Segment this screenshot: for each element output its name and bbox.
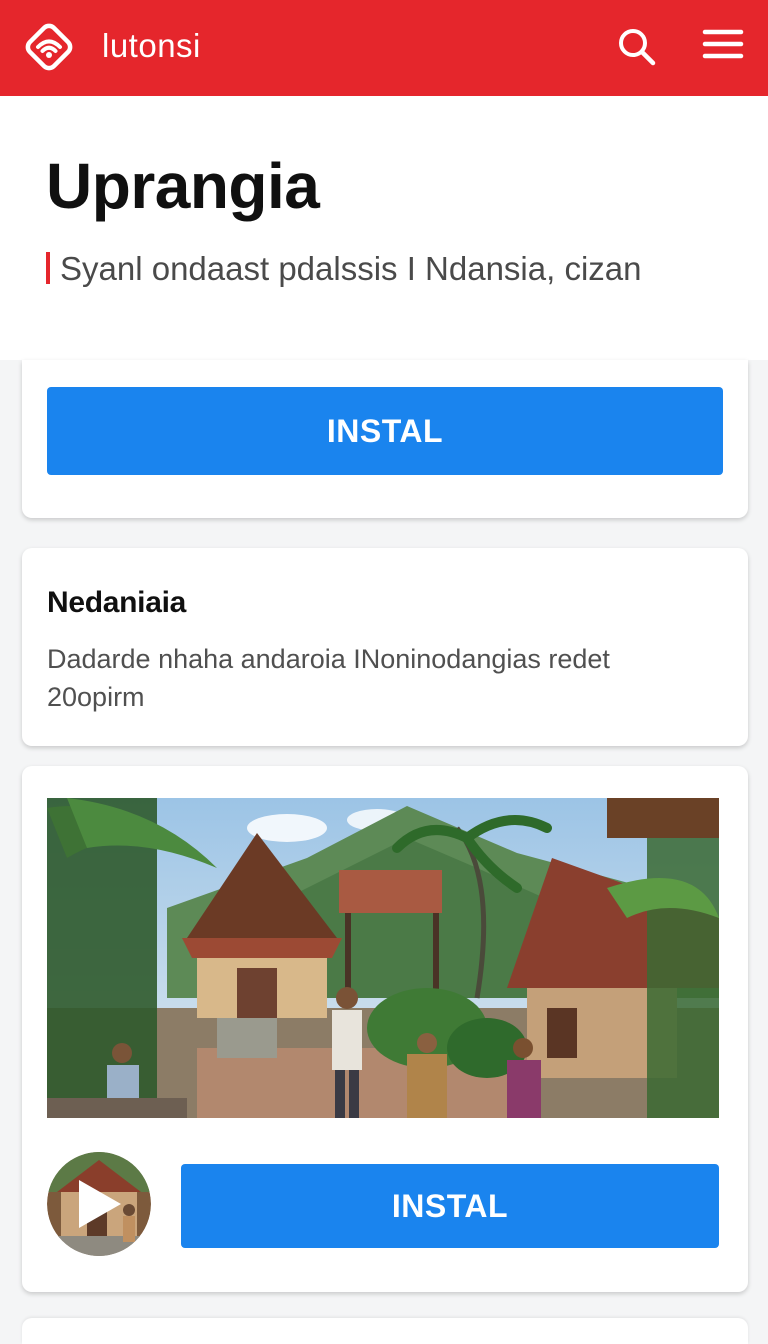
subtitle-text: Syanl ondaast pdalssis I Ndansia, cizan	[60, 250, 642, 287]
next-card	[22, 1318, 748, 1344]
install-button[interactable]: INSTAL	[47, 387, 723, 475]
install-button-2[interactable]: INSTAL	[181, 1164, 719, 1248]
village-photo	[47, 798, 719, 1118]
play-icon[interactable]	[47, 1152, 151, 1256]
page-title: Uprangia	[46, 150, 320, 222]
top-app-bar: lutonsi	[0, 0, 768, 96]
wifi-diamond-icon[interactable]	[22, 20, 76, 74]
page-subtitle: Syanl ondaast pdalssis I Ndansia, cizan	[46, 246, 706, 292]
media-card: INSTAL	[22, 766, 748, 1292]
hamburger-menu-icon[interactable]	[698, 22, 748, 72]
hero-section: Uprangia Syanl ondaast pdalssis I Ndansi…	[0, 96, 768, 360]
install-card: INSTAL	[22, 360, 748, 518]
search-icon[interactable]	[612, 22, 662, 72]
info-card-title: Nedaniaia	[47, 586, 187, 619]
brand-name: lutonsi	[102, 27, 201, 64]
info-card: Nedaniaia Dadarde nhaha andaroia INonino…	[22, 548, 748, 746]
accent-marker	[46, 252, 50, 284]
info-card-body: Dadarde nhaha andaroia INoninodangias re…	[47, 644, 610, 712]
